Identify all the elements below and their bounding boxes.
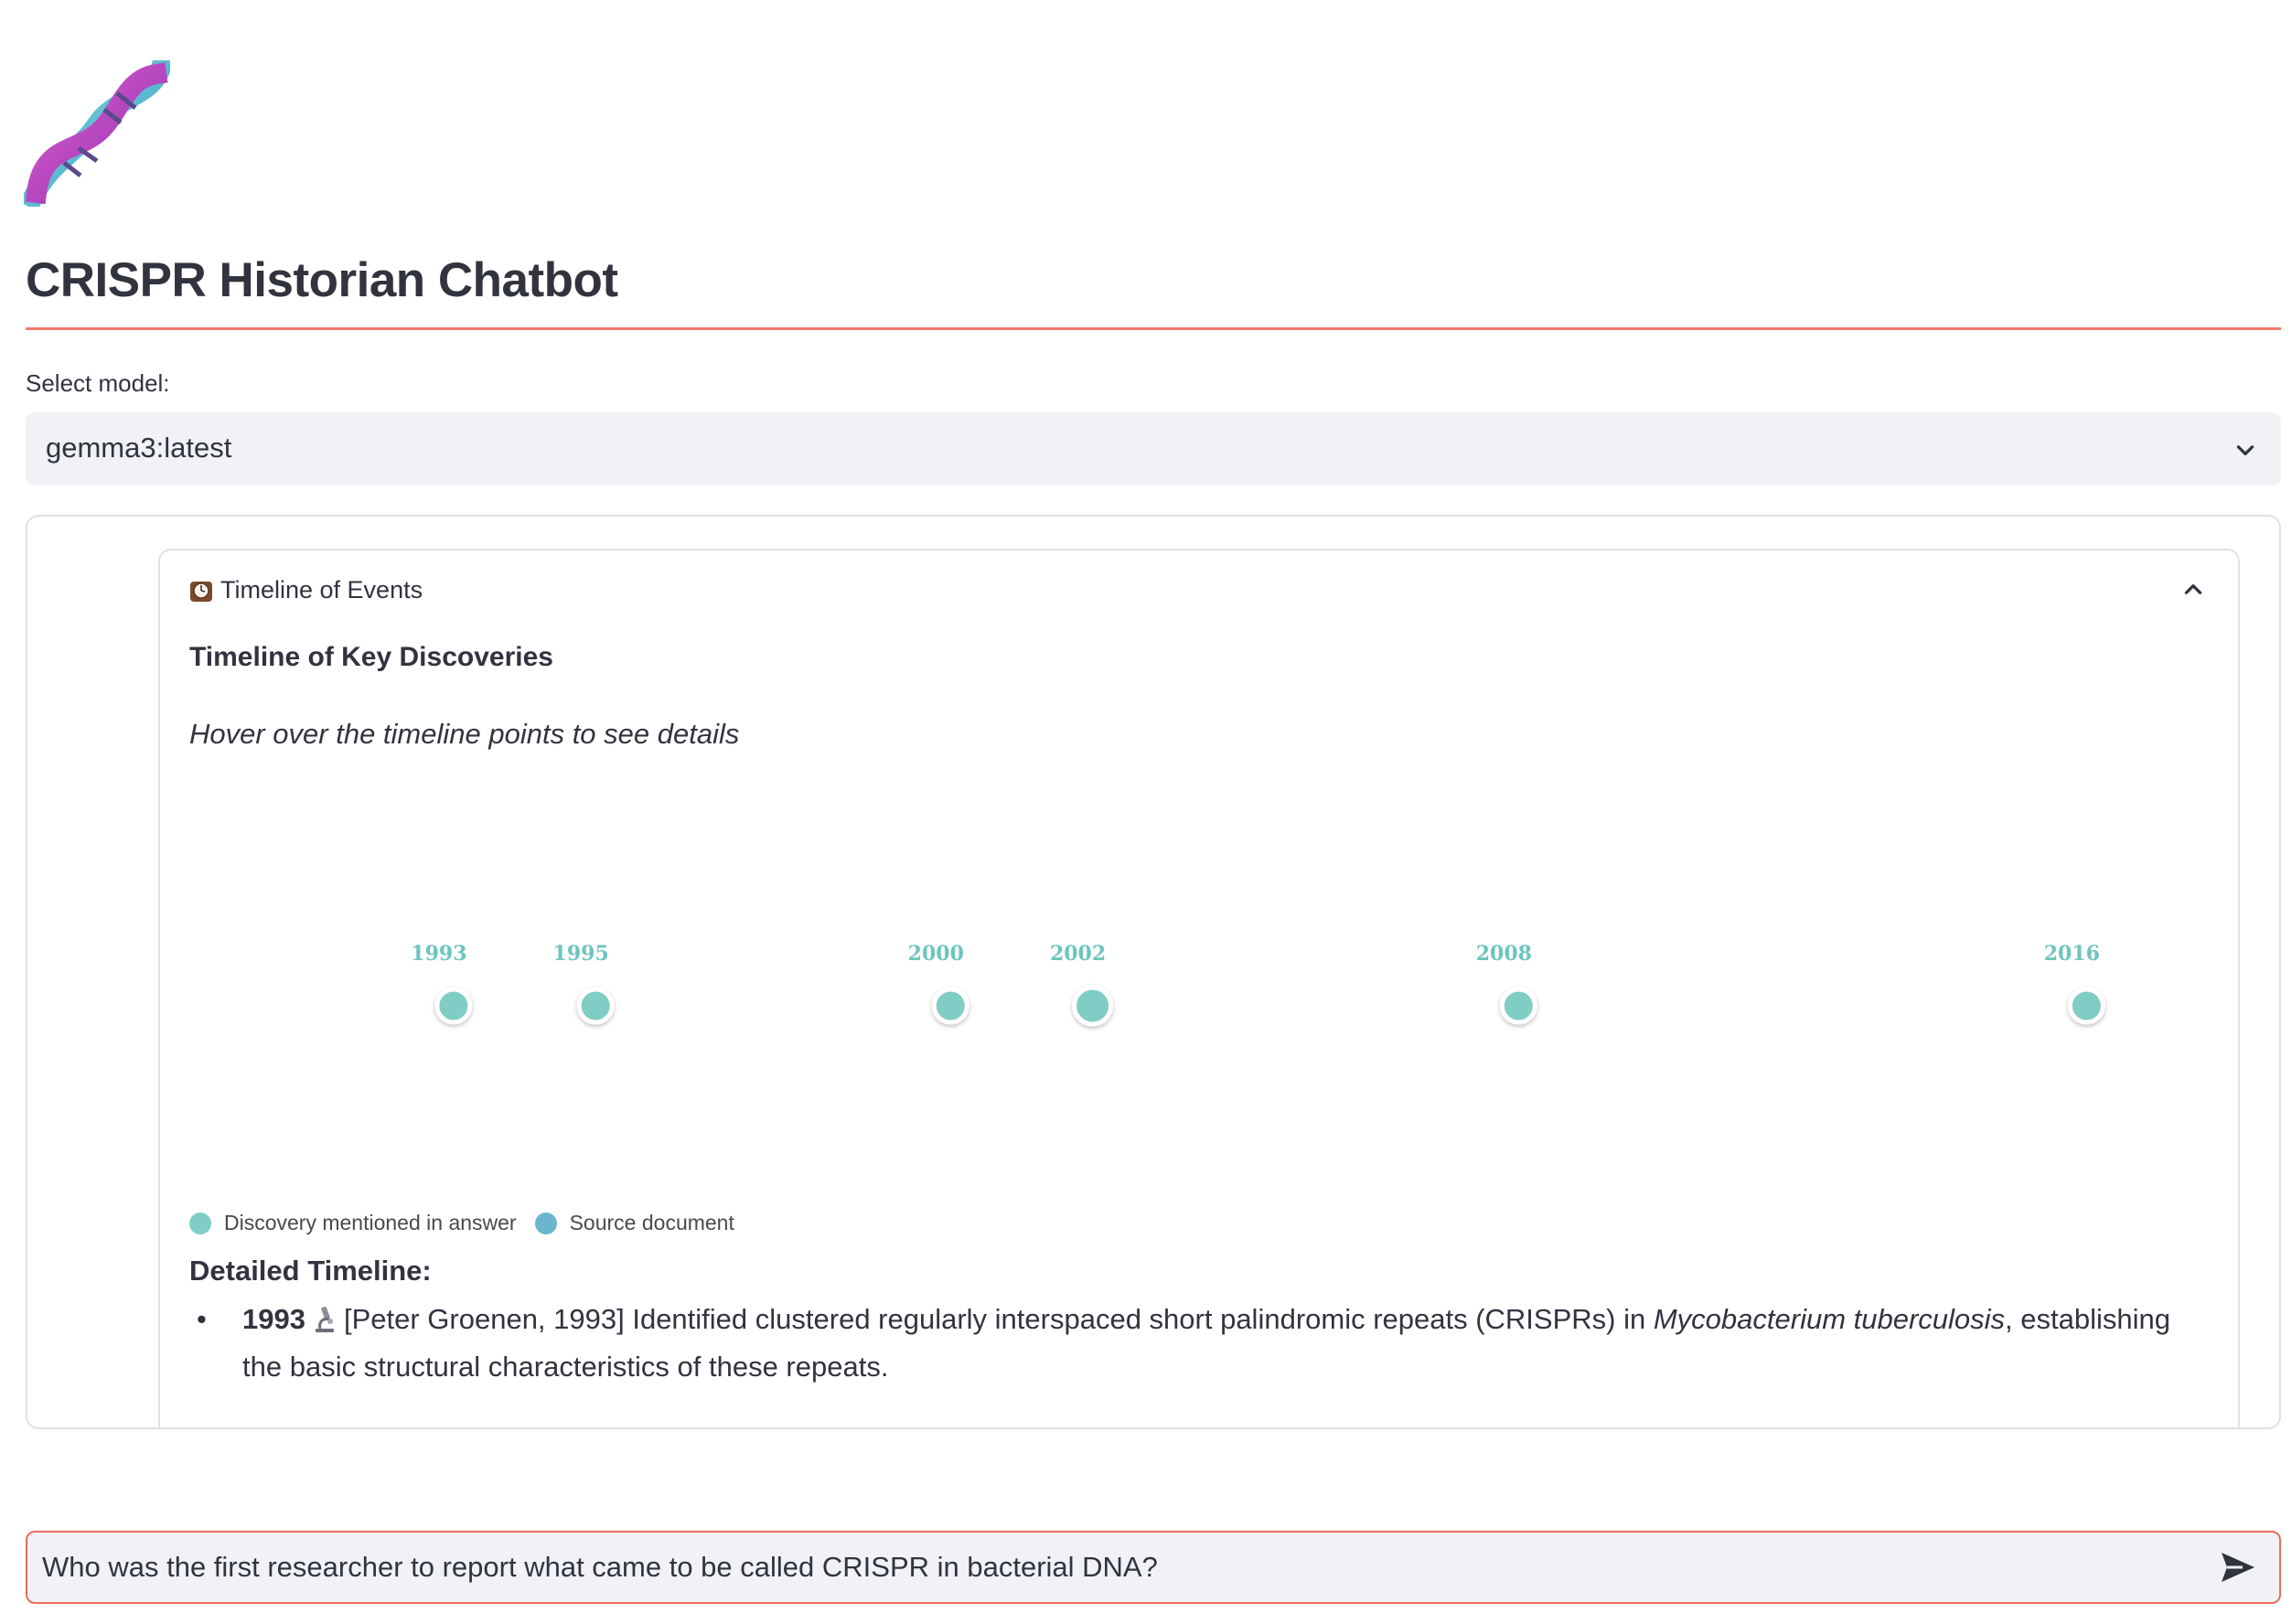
timeline-point[interactable] [931,987,969,1025]
send-icon[interactable] [2219,1549,2257,1586]
page-title: CRISPR Historian Chatbot [26,253,618,307]
legend-label-source: Source document [569,1211,734,1234]
timeline-point[interactable] [2067,987,2105,1025]
title-divider [26,327,2281,330]
timeline-point[interactable] [576,987,615,1025]
legend-item-source: Source document [534,1211,734,1235]
model-select[interactable]: gemma3:latest [26,412,2281,486]
microscope-icon [315,1306,334,1332]
legend-dot-source [534,1212,557,1234]
timeline-point[interactable] [434,987,473,1025]
timeline-expander-header[interactable]: Timeline of Events [187,576,423,604]
timeline-point[interactable] [1499,987,1537,1025]
detail-text-species: Mycobacterium tuberculosis [1653,1303,2006,1335]
dna-helix-icon [24,60,170,207]
detail-year: 1993 [242,1303,305,1335]
timeline-year-label: 1995 [553,942,609,966]
model-select-label: Select model: [26,369,170,397]
chat-message-container: Timeline of Events Timeline of Key Disco… [26,515,2281,1429]
chevron-down-icon [2236,445,2255,455]
chat-input[interactable] [42,1533,2219,1602]
timeline-year-label: 2016 [2044,942,2100,966]
timeline-expander-title: Timeline of Events [220,576,423,604]
clock-icon [190,581,212,602]
detailed-timeline-heading: Detailed Timeline: [189,1255,432,1287]
timeline-year-label: 2000 [908,942,964,966]
chat-input-box[interactable] [26,1531,2281,1604]
timeline-year-label: 2008 [1476,942,1532,966]
timeline-year-label: 2002 [1050,942,1106,966]
legend-label-discovery: Discovery mentioned in answer [224,1211,517,1234]
timeline-year-label: 1993 [411,942,466,966]
timeline-hint: Hover over the timeline points to see de… [189,718,740,750]
timeline-heading: Timeline of Key Discoveries [189,642,553,672]
timeline-chart: 1993 1995 2000 2002 2008 2016 [241,942,2158,1027]
timeline-legend: Discovery mentioned in answer Source doc… [189,1211,753,1235]
chevron-up-icon[interactable] [2181,578,2205,602]
detail-text-pre: [Peter Groenen, 1993] Identified cluster… [343,1303,1654,1335]
detailed-timeline-list: 1993 [Peter Groenen, 1993] Identified cl… [189,1296,2201,1391]
legend-dot-discovery [189,1212,211,1234]
timeline-point[interactable] [1072,985,1114,1027]
legend-item-discovery: Discovery mentioned in answer [189,1211,517,1235]
timeline-expander: Timeline of Events Timeline of Key Disco… [158,549,2240,1427]
list-item: 1993 [Peter Groenen, 1993] Identified cl… [189,1296,2201,1391]
model-select-value: gemma3:latest [46,432,232,464]
